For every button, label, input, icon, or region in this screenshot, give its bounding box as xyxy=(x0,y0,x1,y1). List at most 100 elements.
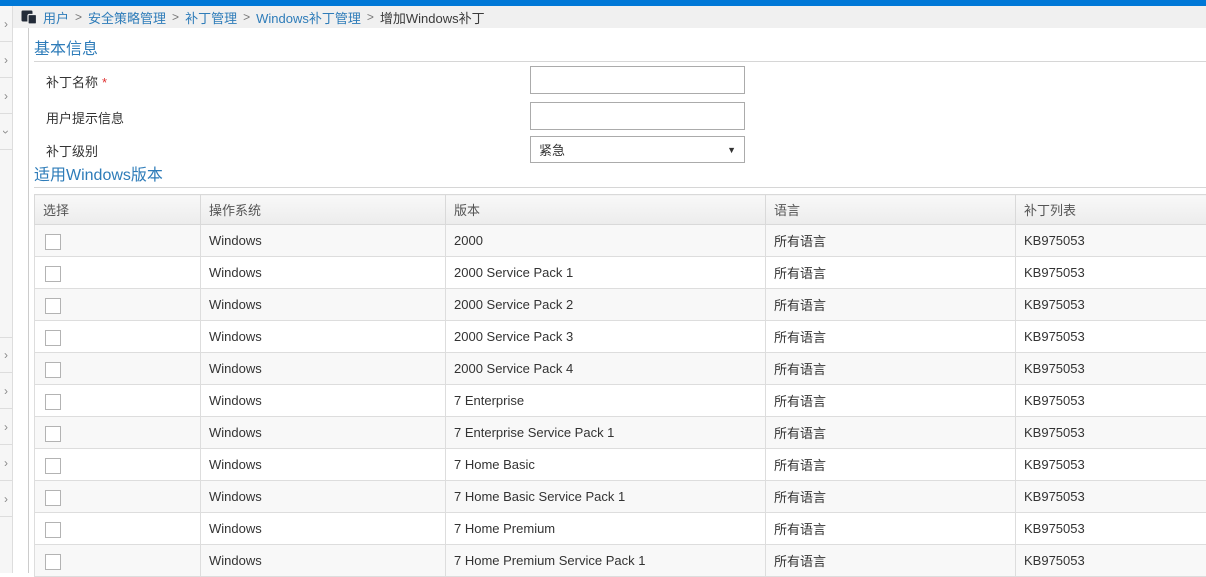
cell-version: 2000 xyxy=(446,225,766,257)
section-title-basic-info: 基本信息 xyxy=(34,35,98,59)
breadcrumb-items: 用户>安全策略管理>补丁管理>Windows补丁管理>增加Windows补丁 xyxy=(43,8,485,27)
sidebar-collapsed-item[interactable]: › xyxy=(0,373,12,409)
breadcrumb-link[interactable]: 用户 xyxy=(43,8,69,27)
chevron-right-icon: › xyxy=(4,18,8,30)
table-row: Windows2000 Service Pack 3所有语言KB975053 xyxy=(35,321,1206,353)
cell-version: 7 Home Basic xyxy=(446,449,766,481)
row-select-checkbox[interactable] xyxy=(45,266,61,282)
windows-version-table: 选择 操作系统 版本 语言 补丁列表 Windows2000所有语言KB9750… xyxy=(34,194,1206,577)
pages-icon xyxy=(21,10,38,25)
header-patch-list: 补丁列表 xyxy=(1016,195,1206,225)
sidebar-group-top: › › › › xyxy=(0,6,12,150)
cell-os: Windows xyxy=(201,225,446,257)
chevron-down-icon: › xyxy=(0,130,12,134)
breadcrumb-link[interactable]: 安全策略管理 xyxy=(88,8,166,27)
cell-language: 所有语言 xyxy=(766,257,1016,289)
patch-name-label-text: 补丁名称 xyxy=(46,75,98,90)
breadcrumb-link[interactable]: Windows补丁管理 xyxy=(256,8,361,27)
cell-language: 所有语言 xyxy=(766,321,1016,353)
cell-patch-list: KB975053 xyxy=(1016,353,1206,385)
patch-name-input[interactable] xyxy=(530,66,745,94)
section-title-windows-versions: 适用Windows版本 xyxy=(34,161,163,185)
breadcrumb-link[interactable]: 补丁管理 xyxy=(185,8,237,27)
sidebar-collapsed-item[interactable]: › xyxy=(0,78,12,114)
section-divider xyxy=(34,61,1206,62)
chevron-right-icon: › xyxy=(4,54,8,66)
cell-select xyxy=(35,353,201,385)
cell-os: Windows xyxy=(201,385,446,417)
sidebar-collapsed-item[interactable]: › xyxy=(0,337,12,373)
cell-os: Windows xyxy=(201,353,446,385)
cell-os: Windows xyxy=(201,289,446,321)
cell-os: Windows xyxy=(201,513,446,545)
header-version: 版本 xyxy=(446,195,766,225)
cell-language: 所有语言 xyxy=(766,385,1016,417)
dropdown-arrow-icon: ▼ xyxy=(727,145,736,155)
cell-patch-list: KB975053 xyxy=(1016,257,1206,289)
sidebar-collapsed-item[interactable]: › xyxy=(0,409,12,445)
row-select-checkbox[interactable] xyxy=(45,554,61,570)
cell-version: 2000 Service Pack 4 xyxy=(446,353,766,385)
cell-language: 所有语言 xyxy=(766,449,1016,481)
chevron-right-icon: › xyxy=(4,457,8,469)
patch-name-label: 补丁名称 * xyxy=(46,72,107,91)
cell-select xyxy=(35,513,201,545)
chevron-right-icon: › xyxy=(4,493,8,505)
cell-os: Windows xyxy=(201,417,446,449)
cell-select xyxy=(35,225,201,257)
header-select: 选择 xyxy=(35,195,201,225)
row-select-checkbox[interactable] xyxy=(45,394,61,410)
cell-version: 7 Enterprise Service Pack 1 xyxy=(446,417,766,449)
cell-version: 7 Home Premium Service Pack 1 xyxy=(446,545,766,577)
row-select-checkbox[interactable] xyxy=(45,234,61,250)
required-asterisk: * xyxy=(102,75,107,90)
table-row: Windows7 Home Premium所有语言KB975053 xyxy=(35,513,1206,545)
cell-os: Windows xyxy=(201,321,446,353)
patch-level-label: 补丁级别 xyxy=(46,141,98,160)
cell-language: 所有语言 xyxy=(766,545,1016,577)
breadcrumb-separator: > xyxy=(243,10,250,24)
section-divider xyxy=(34,187,1206,188)
table-row: Windows7 Home Premium Service Pack 1所有语言… xyxy=(35,545,1206,577)
cell-select xyxy=(35,449,201,481)
row-select-checkbox[interactable] xyxy=(45,362,61,378)
cell-os: Windows xyxy=(201,481,446,513)
row-select-checkbox[interactable] xyxy=(45,330,61,346)
cell-version: 2000 Service Pack 1 xyxy=(446,257,766,289)
cell-language: 所有语言 xyxy=(766,481,1016,513)
table-row: Windows2000 Service Pack 2所有语言KB975053 xyxy=(35,289,1206,321)
sidebar-collapsed-item[interactable]: › xyxy=(0,42,12,78)
cell-patch-list: KB975053 xyxy=(1016,513,1206,545)
chevron-right-icon: › xyxy=(4,421,8,433)
cell-os: Windows xyxy=(201,545,446,577)
cell-language: 所有语言 xyxy=(766,225,1016,257)
cell-version: 7 Home Basic Service Pack 1 xyxy=(446,481,766,513)
header-language: 语言 xyxy=(766,195,1016,225)
user-prompt-label: 用户提示信息 xyxy=(46,108,124,127)
row-select-checkbox[interactable] xyxy=(45,490,61,506)
cell-patch-list: KB975053 xyxy=(1016,417,1206,449)
sidebar-collapsed-item[interactable]: › xyxy=(0,6,12,42)
cell-version: 2000 Service Pack 2 xyxy=(446,289,766,321)
chevron-right-icon: › xyxy=(4,90,8,102)
cell-patch-list: KB975053 xyxy=(1016,289,1206,321)
cell-os: Windows xyxy=(201,449,446,481)
row-select-checkbox[interactable] xyxy=(45,298,61,314)
user-prompt-input[interactable] xyxy=(530,102,745,130)
patch-level-select[interactable]: 紧急 ▼ xyxy=(530,136,745,163)
cell-language: 所有语言 xyxy=(766,353,1016,385)
cell-select xyxy=(35,289,201,321)
sidebar-collapsed-item[interactable]: › xyxy=(0,481,12,517)
cell-patch-list: KB975053 xyxy=(1016,545,1206,577)
breadcrumb-separator: > xyxy=(75,10,82,24)
cell-version: 2000 Service Pack 3 xyxy=(446,321,766,353)
table-row: Windows2000 Service Pack 4所有语言KB975053 xyxy=(35,353,1206,385)
sidebar-collapsed-item[interactable]: › xyxy=(0,114,12,150)
sidebar-collapsed-item[interactable]: › xyxy=(0,445,12,481)
row-select-checkbox[interactable] xyxy=(45,426,61,442)
sidebar-group-bottom: ››››› xyxy=(0,337,12,517)
row-select-checkbox[interactable] xyxy=(45,522,61,538)
row-select-checkbox[interactable] xyxy=(45,458,61,474)
header-os: 操作系统 xyxy=(201,195,446,225)
table-row: Windows2000 Service Pack 1所有语言KB975053 xyxy=(35,257,1206,289)
